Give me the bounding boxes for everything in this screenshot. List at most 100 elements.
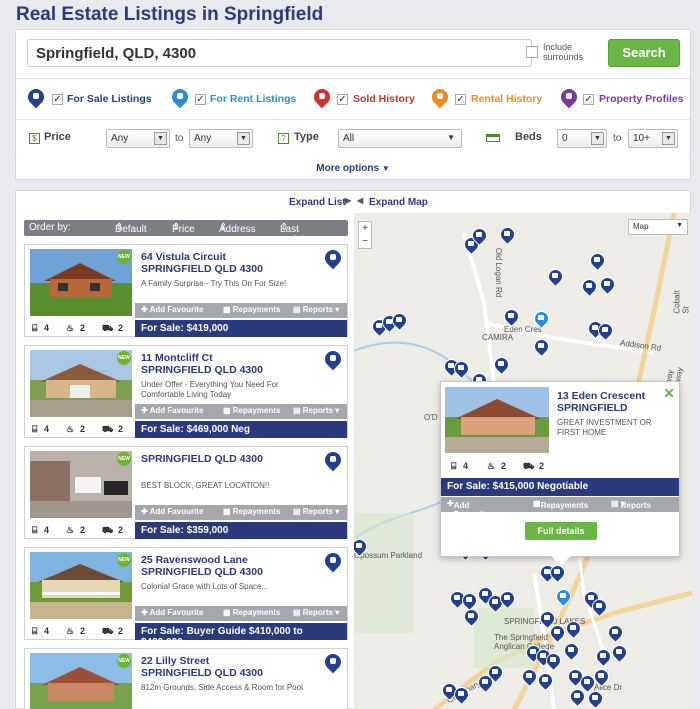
listing-address[interactable]: 64 Vistula Circuit SPRINGFIELD QLD 4300 — [141, 251, 321, 275]
map-pin-icon[interactable] — [578, 275, 601, 298]
rental-history-checkbox[interactable]: ✓ — [455, 94, 466, 105]
beds-min-select[interactable]: 0 ▼ — [557, 129, 607, 148]
zoom-in-button[interactable]: + — [359, 222, 371, 235]
add-favourite-button[interactable]: ✚ Add Favourite — [447, 499, 490, 519]
price-min-select[interactable]: Any ▼ — [106, 129, 170, 148]
repayments-button[interactable]: ▦ Repayments — [533, 499, 588, 510]
map-pin-icon[interactable] — [586, 249, 609, 272]
price-max-select[interactable]: Any ▼ — [189, 129, 253, 148]
map-pin-icon[interactable] — [530, 335, 553, 358]
map-pin-icon[interactable] — [604, 621, 627, 644]
map-pin-icon[interactable] — [542, 649, 565, 672]
expand-map-link[interactable]: Expand Map — [369, 197, 428, 208]
for-sale-label[interactable]: For Sale Listings — [67, 93, 152, 105]
map-pin-icon[interactable] — [354, 535, 371, 558]
map-pin-icon[interactable] — [468, 224, 491, 247]
full-details-button[interactable]: Full details — [525, 522, 597, 540]
map-pin-icon[interactable] — [546, 561, 569, 584]
map-pin-icon[interactable] — [592, 645, 615, 668]
sold-history-checkbox[interactable]: ✓ — [337, 94, 348, 105]
reports-button[interactable]: ▤ Reports ▾ — [293, 305, 339, 314]
map-pin-icon[interactable] — [596, 273, 619, 296]
expand-list-link[interactable]: Expand List — [289, 197, 346, 208]
property-photo[interactable]: NEW — [30, 451, 132, 518]
map-pin-icon[interactable] — [500, 305, 523, 328]
repayments-button[interactable]: ▦ Repayments — [223, 406, 280, 415]
reports-button[interactable]: ▤ Reports ▾ — [293, 406, 339, 415]
reports-button[interactable]: ▤ Reports ▾ — [293, 608, 339, 617]
sort-price[interactable]: Price ⇕ — [172, 222, 195, 235]
map-pin-icon[interactable] — [321, 246, 345, 270]
listing-card[interactable]: NEW 11 Montcliff Ct SPRINGFIELD QLD 4300 … — [24, 345, 348, 438]
more-options-toggle[interactable]: More options ▼ — [15, 158, 691, 180]
sort-default[interactable]: Default ⇕ — [115, 222, 147, 235]
reports-button[interactable]: ▤ Reports ▾ — [293, 507, 339, 516]
listing-address[interactable]: 11 Montcliff Ct SPRINGFIELD QLD 4300 — [141, 352, 321, 376]
map-pin-icon[interactable] — [474, 671, 497, 694]
repayments-button[interactable]: ▦ Repayments — [223, 608, 280, 617]
map-pin-icon[interactable] — [450, 683, 473, 706]
property-profiles-label[interactable]: Property Profiles — [599, 93, 684, 105]
map-pin-icon[interactable] — [321, 650, 345, 674]
map-pin-icon[interactable] — [608, 641, 631, 664]
add-favourite-button[interactable]: ✚ Add Favourite — [141, 507, 203, 516]
map-pin-icon[interactable] — [490, 353, 513, 376]
property-photo[interactable]: NEW — [30, 249, 132, 316]
location-search-input[interactable] — [27, 39, 532, 67]
beds-max-select[interactable]: 10+ ▼ — [628, 129, 678, 148]
zoom-out-button[interactable]: − — [359, 235, 371, 248]
reports-button[interactable]: ▤ Reports ▾ — [611, 499, 651, 510]
listing-card[interactable]: NEW 22 Lilly Street SPRINGFIELD QLD 4300 … — [24, 648, 348, 709]
for-rent-label[interactable]: For Rent Listings — [210, 93, 296, 105]
listing-address[interactable]: SPRINGFIELD QLD 4300 — [141, 453, 321, 465]
map-pin-icon[interactable] — [552, 585, 575, 608]
map-pin-icon[interactable] — [450, 357, 473, 380]
map-pin-icon[interactable] — [562, 617, 585, 640]
for-rent-checkbox[interactable]: ✓ — [195, 94, 206, 105]
map-pin-icon[interactable] — [560, 639, 583, 662]
listing-address[interactable]: 22 Lilly Street SPRINGFIELD QLD 4300 — [141, 655, 321, 679]
listing-card[interactable]: NEW SPRINGFIELD QLD 4300 BEST BLOCK, GRE… — [24, 446, 348, 539]
map-pin-icon[interactable] — [496, 587, 519, 610]
map-pin-icon[interactable] — [388, 309, 411, 332]
sort-address[interactable]: Address ⇕ — [219, 222, 256, 235]
map-pin-icon[interactable] — [530, 307, 553, 330]
map-pin-icon[interactable] — [460, 605, 483, 628]
sort-last-activity[interactable]: Last Activity ⇕ — [280, 222, 312, 246]
listing-address[interactable]: 25 Ravenswood Lane SPRINGFIELD QLD 4300 — [141, 554, 321, 578]
popup-property-photo[interactable] — [445, 387, 549, 453]
property-photo[interactable]: NEW — [30, 653, 132, 709]
map-pin-icon[interactable] — [588, 595, 611, 618]
rental-history-label[interactable]: Rental History — [471, 93, 542, 105]
map-view[interactable]: + − Map ▼ Old Logan Rd Addison Rd Cobalt S… — [354, 213, 692, 709]
map-pin-icon[interactable] — [546, 621, 569, 644]
map-pin-icon[interactable] — [590, 665, 613, 688]
close-icon[interactable]: ✕ — [663, 385, 675, 402]
add-favourite-button[interactable]: ✚ Add Favourite — [141, 406, 203, 415]
add-favourite-button[interactable]: ✚ Add Favourite — [141, 305, 203, 314]
listing-card[interactable]: NEW 25 Ravenswood Lane SPRINGFIELD QLD 43… — [24, 547, 348, 648]
for-sale-checkbox[interactable]: ✓ — [52, 94, 63, 105]
search-button[interactable]: Search — [608, 39, 680, 67]
zoom-controls[interactable]: + − — [358, 221, 372, 249]
map-pin-icon[interactable] — [321, 448, 345, 472]
map-pin-icon[interactable] — [321, 347, 345, 371]
add-favourite-button[interactable]: ✚ Add Favourite — [141, 608, 203, 617]
property-profiles-checkbox[interactable]: ✓ — [583, 94, 594, 105]
map-pin-icon[interactable] — [518, 665, 541, 688]
repayments-button[interactable]: ▦ Repayments — [223, 305, 280, 314]
listing-card[interactable]: NEW 64 Vistula Circuit SPRINGFIELD QLD 43… — [24, 244, 348, 337]
property-photo[interactable]: NEW — [30, 350, 132, 417]
map-pin-icon[interactable] — [566, 685, 589, 708]
repayments-button[interactable]: ▦ Repayments — [223, 507, 280, 516]
map-pin-icon[interactable] — [584, 687, 607, 709]
map-type-select[interactable]: Map ▼ — [628, 219, 688, 235]
map-pin-icon[interactable] — [594, 319, 617, 342]
map-pin-icon[interactable] — [321, 549, 345, 573]
include-surrounds-checkbox[interactable] — [526, 46, 538, 58]
map-pin-icon[interactable] — [496, 223, 519, 246]
type-select[interactable]: All ▼ — [338, 129, 462, 148]
map-pin-icon[interactable] — [534, 669, 557, 692]
map-pin-icon[interactable] — [544, 265, 567, 288]
property-photo[interactable]: NEW — [30, 552, 132, 619]
